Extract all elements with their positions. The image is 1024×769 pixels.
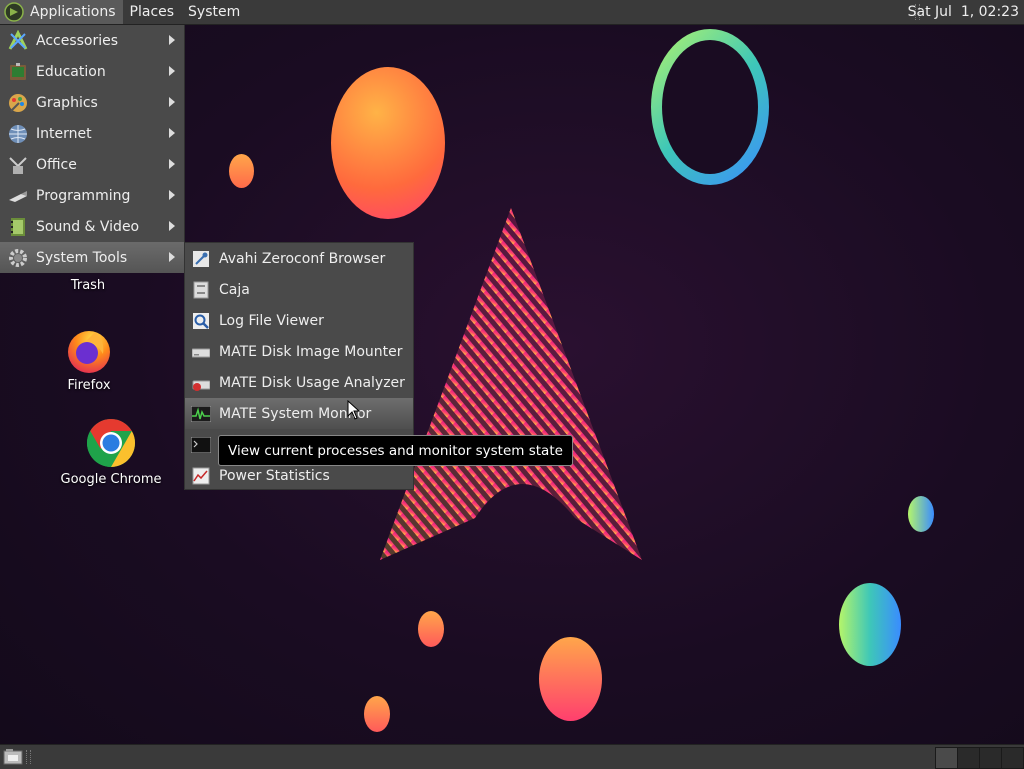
workspace-2[interactable] [957, 747, 980, 769]
menu-item-programming[interactable]: Programming [0, 180, 184, 211]
clock[interactable]: Sat Jul 1, 02:23 [900, 0, 1024, 24]
chrome-icon [86, 419, 136, 467]
submenu-arrow-icon [169, 66, 175, 76]
clock-text: Sat Jul 1, 02:23 [907, 4, 1019, 20]
disk-usage-icon [191, 373, 211, 393]
bottom-panel [0, 744, 1024, 769]
sound-video-icon [7, 216, 29, 238]
log-viewer-icon [191, 311, 211, 331]
places-label: Places [129, 4, 175, 20]
submenu-arrow-icon [169, 190, 175, 200]
desktop-icon-trash[interactable]: Trash [58, 278, 118, 293]
applications-label: Applications [30, 4, 116, 20]
submenu-item-mate-system-monitor[interactable]: MATE System Monitor [185, 398, 413, 429]
mate-logo-icon [4, 2, 24, 22]
wallpaper-small-orange-dot [229, 154, 254, 188]
menu-item-accessories[interactable]: Accessories [0, 25, 184, 56]
system-monitor-icon [191, 404, 211, 424]
panel-separator [26, 750, 31, 764]
menu-item-graphics[interactable]: Graphics [0, 87, 184, 118]
education-icon [7, 61, 29, 83]
submenu-item-label: MATE Disk Image Mounter [219, 343, 403, 360]
menu-item-label: Accessories [36, 32, 119, 49]
menu-item-label: Education [36, 63, 106, 80]
accessories-icon [7, 29, 29, 52]
menu-item-office[interactable]: Office [0, 149, 184, 180]
submenu-item-label: Caja [219, 281, 250, 298]
workspace-1[interactable] [935, 747, 958, 769]
submenu-arrow-icon [169, 97, 175, 107]
submenu-item-log-file-viewer[interactable]: Log File Viewer [185, 305, 413, 336]
menu-item-internet[interactable]: Internet [0, 118, 184, 149]
wallpaper-ring [651, 29, 769, 185]
menu-item-label: Sound & Video [36, 218, 140, 235]
programming-icon [7, 185, 29, 207]
system-menu-button[interactable]: System [181, 0, 247, 24]
wallpaper-orange-dot-1 [418, 611, 444, 647]
firefox-icon [68, 331, 110, 373]
tooltip-text: View current processes and monitor syste… [228, 442, 563, 459]
firefox-label: Firefox [67, 378, 111, 393]
submenu-arrow-icon [169, 159, 175, 169]
submenu-arrow-icon [169, 128, 175, 138]
system-tools-icon [7, 247, 29, 269]
menu-item-system-tools[interactable]: System Tools [0, 242, 184, 273]
wallpaper-green-blue-oval [839, 583, 901, 666]
wallpaper-green-blue-dot [908, 496, 934, 532]
submenu-arrow-icon [169, 252, 175, 262]
desktop-icon-firefox[interactable]: Firefox [54, 326, 124, 393]
submenu-item-mate-disk-image-mounter[interactable]: MATE Disk Image Mounter [185, 336, 413, 367]
workspace-4[interactable] [1001, 747, 1024, 769]
submenu-item-label: Log File Viewer [219, 312, 324, 329]
power-stats-icon [191, 466, 211, 486]
submenu-item-avahi-zeroconf-browser[interactable]: Avahi Zeroconf Browser [185, 243, 413, 274]
office-icon [7, 154, 29, 176]
menu-item-label: Office [36, 156, 77, 173]
system-label: System [188, 4, 241, 20]
terminal-icon [191, 435, 211, 455]
applications-menu: Accessories Education Graphics Internet … [0, 25, 185, 273]
submenu-arrow-icon [169, 35, 175, 45]
submenu-item-label: MATE Disk Usage Analyzer [219, 374, 405, 391]
mouse-cursor-icon [347, 400, 361, 420]
avahi-icon [191, 249, 211, 269]
menu-item-label: Graphics [36, 94, 98, 111]
menu-item-label: Internet [36, 125, 92, 142]
menu-item-sound-video[interactable]: Sound & Video [0, 211, 184, 242]
submenu-item-label: Power Statistics [219, 467, 330, 484]
show-desktop-icon[interactable] [3, 748, 23, 766]
tooltip: View current processes and monitor syste… [218, 435, 573, 466]
wallpaper-orange-oval [331, 67, 445, 219]
top-panel: Applications Places System Sat Jul 1, 02… [0, 0, 1024, 25]
menu-item-label: System Tools [36, 249, 128, 266]
disk-mounter-icon [191, 342, 211, 362]
wallpaper-orange-dot-2 [364, 696, 390, 732]
internet-icon [7, 123, 29, 145]
wallpaper-orange-oval-2 [539, 637, 602, 721]
chrome-label: Google Chrome [60, 472, 162, 487]
submenu-arrow-icon [169, 221, 175, 231]
desktop-icon-google-chrome[interactable]: Google Chrome [56, 418, 166, 487]
submenu-item-mate-disk-usage-analyzer[interactable]: MATE Disk Usage Analyzer [185, 367, 413, 398]
submenu-item-label: Avahi Zeroconf Browser [219, 250, 386, 267]
applications-menu-button[interactable]: Applications [0, 0, 123, 24]
graphics-icon [7, 92, 29, 114]
menu-item-education[interactable]: Education [0, 56, 184, 87]
places-menu-button[interactable]: Places [123, 0, 182, 24]
menu-item-label: Programming [36, 187, 131, 204]
submenu-item-caja[interactable]: Caja [185, 274, 413, 305]
trash-label: Trash [70, 278, 106, 293]
caja-icon [191, 280, 211, 300]
workspace-3[interactable] [979, 747, 1002, 769]
